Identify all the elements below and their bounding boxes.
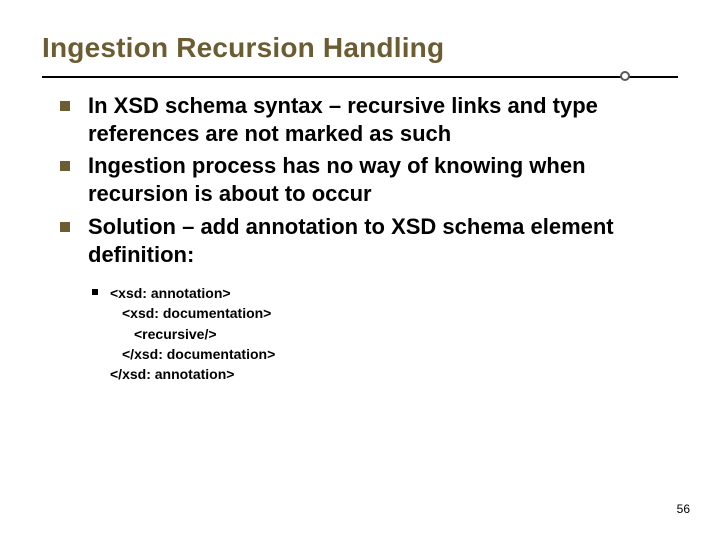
slide: Ingestion Recursion Handling In XSD sche… — [0, 0, 720, 540]
code-line: <xsd: documentation> — [122, 305, 271, 321]
bullet-item: In XSD schema syntax – recursive links a… — [60, 92, 678, 148]
slide-title: Ingestion Recursion Handling — [42, 32, 678, 70]
bullet-item: Ingestion process has no way of knowing … — [60, 152, 678, 208]
bullet-list: In XSD schema syntax – recursive links a… — [60, 92, 678, 269]
horizontal-rule — [42, 76, 678, 78]
sub-bullet-list: <xsd: annotation> <xsd: documentation> <… — [92, 283, 678, 384]
bullet-item: Solution – add annotation to XSD schema … — [60, 213, 678, 269]
code-line: <recursive/> — [134, 326, 217, 342]
code-line: <xsd: annotation> — [110, 285, 231, 301]
page-number: 56 — [677, 502, 690, 516]
code-line: </xsd: documentation> — [122, 346, 275, 362]
code-block: <xsd: annotation> <xsd: documentation> <… — [92, 283, 678, 384]
code-line: </xsd: annotation> — [110, 366, 234, 382]
circle-icon — [620, 71, 630, 81]
